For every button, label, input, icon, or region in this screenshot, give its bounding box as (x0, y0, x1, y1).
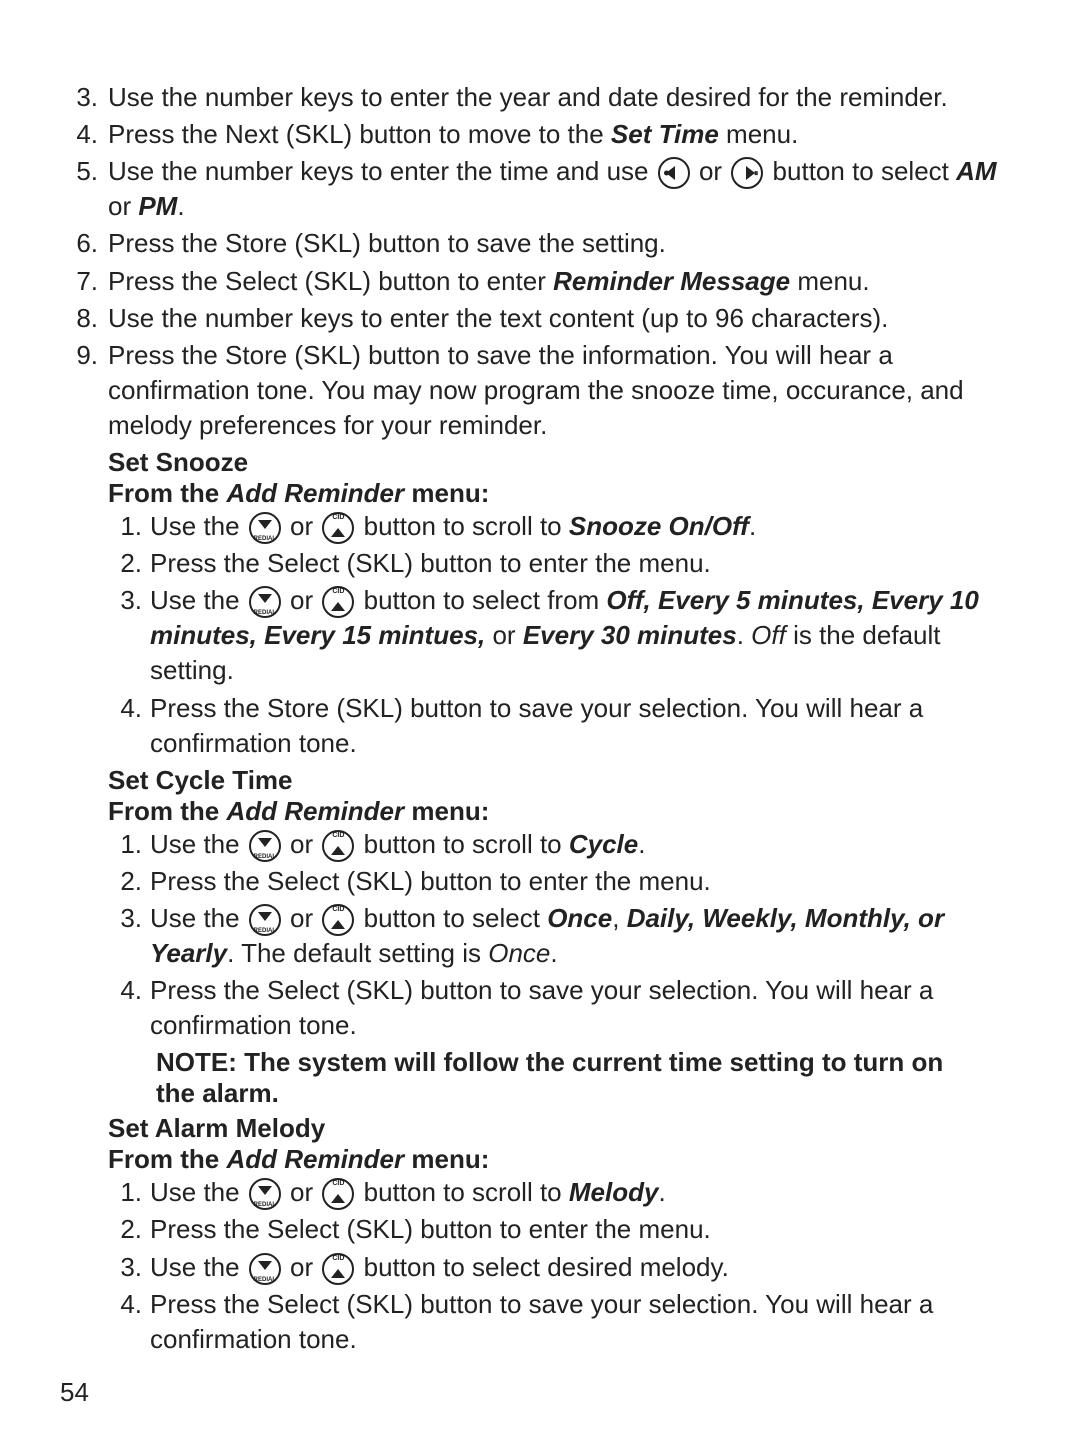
step-text: Press the Select (SKL) button to enter t… (150, 546, 1020, 581)
left-arrow-icon (658, 157, 690, 189)
step-num: 6. (60, 226, 108, 261)
cycle-step-2: 2. Press the Select (SKL) button to ente… (108, 864, 1020, 899)
up-arrow-icon: CID (322, 904, 354, 936)
step-text: Use the number keys to enter the text co… (108, 301, 1020, 336)
step-num: 7. (60, 264, 108, 299)
step-num: 2. (108, 546, 150, 581)
step-num: 9. (60, 338, 108, 443)
melody-step-3: 3. Use the REDIAL or CID button to selec… (108, 1250, 1020, 1285)
step-num: 8. (60, 301, 108, 336)
down-arrow-icon: REDIAL (249, 830, 281, 862)
step-7: 7. Press the Select (SKL) button to ente… (60, 264, 1020, 299)
step-num: 4. (60, 117, 108, 152)
up-arrow-icon: CID (322, 512, 354, 544)
step-num: 3. (108, 583, 150, 688)
down-arrow-icon: REDIAL (249, 512, 281, 544)
step-text: Press the Select (SKL) button to enter t… (150, 1212, 1020, 1247)
step-num: 3. (108, 901, 150, 971)
step-num: 4. (108, 1287, 150, 1357)
melody-step-1: 1. Use the REDIAL or CID button to scrol… (108, 1175, 1020, 1210)
snooze-step-2: 2. Press the Select (SKL) button to ente… (108, 546, 1020, 581)
up-arrow-icon: CID (322, 1178, 354, 1210)
step-num: 4. (108, 973, 150, 1043)
down-arrow-icon: REDIAL (249, 1178, 281, 1210)
snooze-step-3: 3. Use the REDIAL or CID button to selec… (108, 583, 1020, 688)
step-text: Press the Store (SKL) button to save the… (108, 226, 1020, 261)
step-6: 6. Press the Store (SKL) button to save … (60, 226, 1020, 261)
snooze-step-4: 4. Press the Store (SKL) button to save … (108, 691, 1020, 761)
step-text: Press the Select (SKL) button to save yo… (150, 1287, 1020, 1357)
step-text: Use the REDIAL or CID button to select O… (150, 901, 1020, 971)
step-text: Use the REDIAL or CID button to select f… (150, 583, 1020, 688)
melody-title: Set Alarm Melody (108, 1113, 1020, 1144)
up-arrow-icon: CID (322, 830, 354, 862)
snooze-subtitle: From the Add Reminder menu: (108, 478, 1020, 509)
step-num: 1. (108, 1175, 150, 1210)
step-text: Press the Store (SKL) button to save the… (108, 338, 1020, 443)
down-arrow-icon: REDIAL (249, 904, 281, 936)
snooze-step-1: 1. Use the REDIAL or CID button to scrol… (108, 509, 1020, 544)
snooze-title: Set Snooze (108, 447, 1020, 478)
step-text: Use the REDIAL or CID button to scroll t… (150, 1175, 1020, 1210)
step-num: 3. (60, 80, 108, 115)
page-number: 54 (60, 1377, 1020, 1408)
melody-step-2: 2. Press the Select (SKL) button to ente… (108, 1212, 1020, 1247)
step-num: 1. (108, 827, 150, 862)
step-text: Press the Store (SKL) button to save you… (150, 691, 1020, 761)
step-num: 2. (108, 1212, 150, 1247)
step-text: Use the REDIAL or CID button to select d… (150, 1250, 1020, 1285)
step-text: Press the Select (SKL) button to enter R… (108, 264, 1020, 299)
step-9: 9. Press the Store (SKL) button to save … (60, 338, 1020, 443)
step-num: 3. (108, 1250, 150, 1285)
step-num: 4. (108, 691, 150, 761)
step-text: Press the Next (SKL) button to move to t… (108, 117, 1020, 152)
step-4: 4. Press the Next (SKL) button to move t… (60, 117, 1020, 152)
down-arrow-icon: REDIAL (249, 586, 281, 618)
cycle-subtitle: From the Add Reminder menu: (108, 796, 1020, 827)
cycle-step-4: 4. Press the Select (SKL) button to save… (108, 973, 1020, 1043)
step-text: Use the number keys to enter the time an… (108, 154, 1020, 224)
melody-step-4: 4. Press the Select (SKL) button to save… (108, 1287, 1020, 1357)
cycle-title: Set Cycle Time (108, 765, 1020, 796)
cycle-step-1: 1. Use the REDIAL or CID button to scrol… (108, 827, 1020, 862)
step-text: Use the REDIAL or CID button to scroll t… (150, 827, 1020, 862)
up-arrow-icon: CID (322, 586, 354, 618)
step-5: 5. Use the number keys to enter the time… (60, 154, 1020, 224)
cycle-step-3: 3. Use the REDIAL or CID button to selec… (108, 901, 1020, 971)
melody-subtitle: From the Add Reminder menu: (108, 1144, 1020, 1175)
page: 3. Use the number keys to enter the year… (0, 0, 1080, 1448)
down-arrow-icon: REDIAL (249, 1253, 281, 1285)
step-8: 8. Use the number keys to enter the text… (60, 301, 1020, 336)
step-text: Use the number keys to enter the year an… (108, 80, 1020, 115)
step-num: 2. (108, 864, 150, 899)
up-arrow-icon: CID (322, 1253, 354, 1285)
step-num: 1. (108, 509, 150, 544)
step-num: 5. (60, 154, 108, 224)
step-text: Use the REDIAL or CID button to scroll t… (150, 509, 1020, 544)
step-text: Press the Select (SKL) button to save yo… (150, 973, 1020, 1043)
cycle-note: NOTE: The system will follow the current… (156, 1047, 980, 1109)
step-3: 3. Use the number keys to enter the year… (60, 80, 1020, 115)
right-arrow-icon: ⏸ (731, 157, 763, 189)
step-text: Press the Select (SKL) button to enter t… (150, 864, 1020, 899)
